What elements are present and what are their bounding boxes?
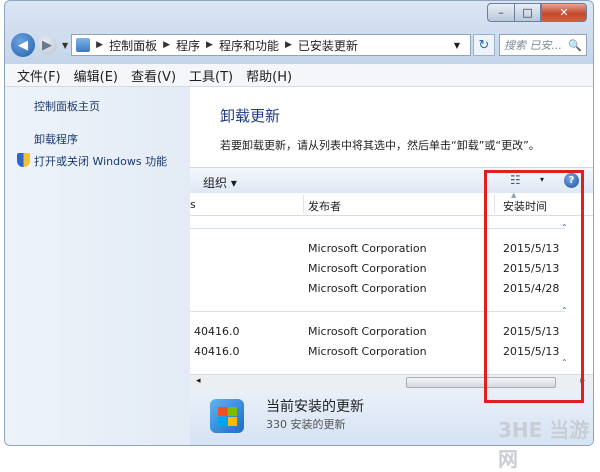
sidebar-control-panel-home[interactable]: 控制面板主页 (34, 98, 100, 114)
menu-tools[interactable]: 工具(T) (189, 66, 233, 85)
menu-help[interactable]: 帮助(H) (246, 66, 292, 85)
page-description: 若要卸载更新，请从列表中将其选中，然后单击“卸载”或“更改”。 (220, 139, 540, 152)
breadcrumb-separator[interactable]: ▶ (163, 40, 170, 50)
breadcrumb-separator[interactable]: ▶ (96, 40, 103, 50)
address-row: ◀ ▶ ▼ ▶ 控制面板 ▶ 程序 ▶ 程序和功能 ▶ 已安装更新 ▼ ↻ 搜索… (11, 31, 587, 59)
sidebar-windows-features[interactable]: 打开或关闭 Windows 功能 (34, 153, 167, 169)
sidebar-uninstall-program[interactable]: 卸载程序 (34, 131, 78, 147)
menu-edit[interactable]: 编辑(E) (74, 66, 118, 85)
cell-publisher[interactable]: Microsoft Corporation (308, 242, 427, 255)
window-controls: – □ ✕ (487, 3, 587, 22)
cell-name[interactable]: 40416.0 (194, 325, 240, 338)
cell-publisher[interactable]: Microsoft Corporation (308, 345, 427, 358)
scroll-left-icon[interactable]: ◂ (196, 376, 201, 386)
search-input[interactable]: 搜索 已安... 🔍 (499, 34, 587, 56)
forward-button[interactable]: ▶ (37, 35, 57, 55)
breadcrumb-programs[interactable]: 程序 (176, 37, 200, 54)
installed-updates-count: 330 安装的更新 (266, 418, 346, 431)
breadcrumb-installed-updates[interactable]: 已安装更新 (298, 37, 358, 54)
refresh-button[interactable]: ↻ (473, 34, 495, 56)
menu-view[interactable]: 查看(V) (131, 66, 176, 85)
cell-publisher[interactable]: Microsoft Corporation (308, 325, 427, 338)
breadcrumb-control-panel[interactable]: 控制面板 (109, 37, 157, 54)
breadcrumb-separator[interactable]: ▶ (285, 40, 292, 50)
cell-name[interactable]: 40416.0 (194, 345, 240, 358)
maximize-button[interactable]: □ (514, 3, 541, 22)
shield-icon (17, 153, 30, 167)
task-pane: 控制面板主页 卸载程序 打开或关闭 Windows 功能 (5, 87, 190, 445)
windows-update-icon (210, 399, 244, 433)
highlight-box (484, 170, 584, 403)
page-title: 卸载更新 (220, 107, 281, 125)
address-dropdown-icon[interactable]: ▼ (454, 41, 460, 50)
recent-pages-dropdown[interactable]: ▼ (62, 41, 68, 50)
breadcrumb-programs-features[interactable]: 程序和功能 (219, 37, 279, 54)
cell-publisher[interactable]: Microsoft Corporation (308, 282, 427, 295)
breadcrumb-separator[interactable]: ▶ (206, 40, 213, 50)
menu-bar: 文件(F) 编辑(E) 查看(V) 工具(T) 帮助(H) (5, 64, 593, 87)
column-header-name[interactable]: s (190, 198, 196, 211)
watermark: 3HE 当游网 (498, 418, 590, 471)
column-divider[interactable] (303, 195, 304, 213)
organize-button[interactable]: 组织 ▾ (203, 174, 237, 191)
search-placeholder: 搜索 已安... (504, 39, 562, 52)
back-button[interactable]: ◀ (11, 33, 35, 57)
address-bar[interactable]: ▶ 控制面板 ▶ 程序 ▶ 程序和功能 ▶ 已安装更新 ▼ (71, 34, 471, 56)
control-panel-icon (76, 38, 91, 52)
column-header-publisher[interactable]: 发布者 (308, 198, 341, 214)
close-button[interactable]: ✕ (541, 3, 587, 22)
search-icon[interactable]: 🔍 (568, 39, 582, 52)
menu-file[interactable]: 文件(F) (17, 66, 61, 85)
installed-updates-title: 当前安装的更新 (266, 399, 364, 415)
minimize-button[interactable]: – (487, 3, 514, 22)
cell-publisher[interactable]: Microsoft Corporation (308, 262, 427, 275)
